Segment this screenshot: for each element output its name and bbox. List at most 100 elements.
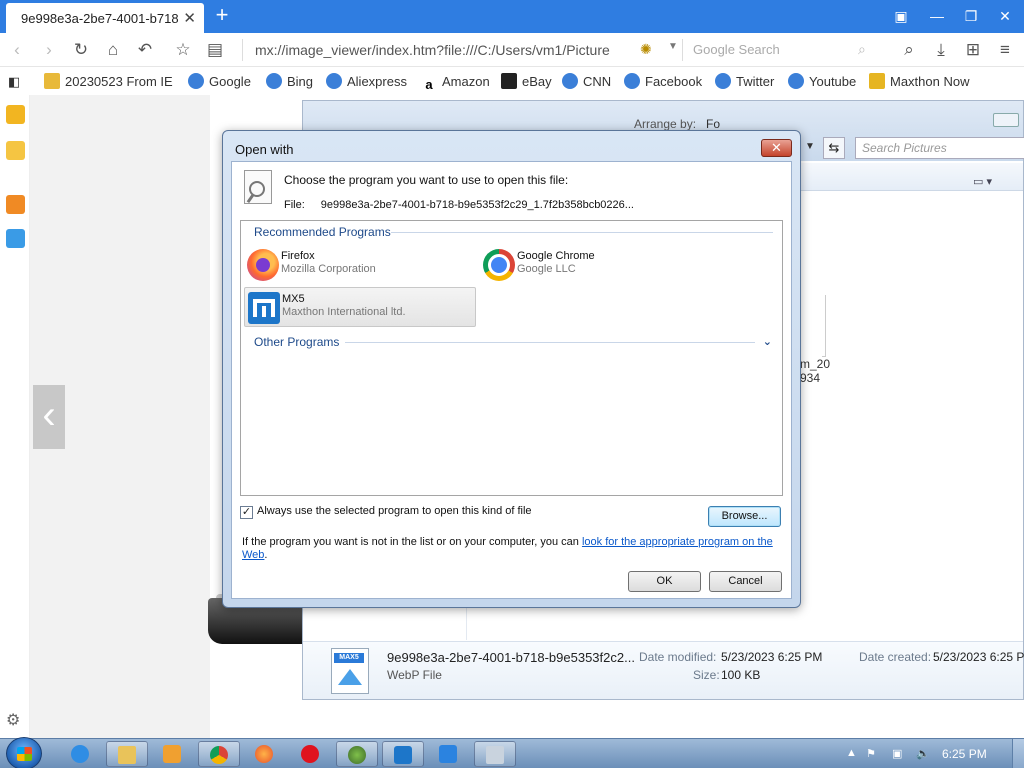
ie-icon [715, 73, 731, 89]
cancel-button[interactable]: Cancel [709, 571, 782, 592]
bookmarks-toggle-icon[interactable]: ◧ [8, 73, 20, 91]
file-line: File: 9e998e3a-2be7-4001-b718-b9e5353f2c2… [284, 199, 634, 211]
bookmark-facebook[interactable]: Facebook [624, 73, 702, 91]
taskbar-clock[interactable]: 6:25 PM [942, 747, 987, 761]
network-icon[interactable]: ▣ [892, 747, 902, 760]
download-icon[interactable]: ⤓ [930, 39, 952, 61]
file-badge: MAX5 [334, 653, 364, 663]
tray-expand-icon[interactable]: ▲ [846, 747, 857, 759]
bookmark-google[interactable]: Google [188, 73, 251, 91]
bookmark-cnn[interactable]: CNN [562, 73, 611, 91]
taskbar-media-player[interactable] [152, 741, 194, 767]
settings-gear-icon[interactable]: ⚙ [6, 710, 20, 730]
detail-created-label: Date created: [859, 650, 932, 664]
detail-modified-value: 5/23/2023 6:25 PM [721, 650, 823, 664]
file-search-icon [244, 170, 272, 204]
maxthon-icon [869, 73, 885, 89]
back-icon[interactable]: ‹ [6, 39, 28, 61]
show-desktop-button[interactable] [1012, 739, 1024, 768]
taskbar-maxthon[interactable] [382, 741, 424, 767]
taskbar-open-with[interactable] [474, 741, 516, 767]
previous-image-button[interactable]: ‹ [33, 385, 65, 449]
maxthon-icon [394, 746, 412, 764]
help-text: If the program you want is not in the li… [242, 536, 782, 562]
chevron-down-icon[interactable]: ⌄ [763, 335, 772, 348]
explorer-refresh-icon[interactable]: ⇆ [823, 137, 845, 159]
bee-icon[interactable]: ✺ [640, 41, 652, 58]
ie-icon [562, 73, 578, 89]
search-icon[interactable]: ⌕ [858, 41, 866, 58]
action-center-icon[interactable]: ⚑ [866, 747, 876, 760]
browser-tab[interactable]: 9e998e3a-2be7-4001-b718 ✕ [6, 3, 204, 33]
restore-icon[interactable]: ❐ [960, 5, 982, 27]
close-window-icon[interactable]: ✕ [994, 5, 1016, 27]
program-publisher: Mozilla Corporation [281, 263, 376, 275]
forward-icon[interactable]: › [38, 39, 60, 61]
bookmark-amazon[interactable]: a Amazon [421, 73, 489, 92]
undo-close-icon[interactable]: ↶ [134, 39, 156, 61]
bookmark-youtube[interactable]: Youtube [788, 73, 856, 91]
favorites-icon[interactable] [6, 105, 25, 124]
bookmark-maxthon-now[interactable]: Maxthon Now [869, 73, 969, 91]
taskbar-app-store[interactable] [428, 741, 470, 767]
favorite-star-icon[interactable]: ☆ [172, 39, 194, 61]
taskbar-explorer[interactable] [106, 741, 148, 767]
taskbar-chrome[interactable] [198, 741, 240, 767]
view-options-icon[interactable]: ▭ ▾ [973, 175, 992, 188]
always-use-label[interactable]: Always use the selected program to open … [257, 505, 532, 517]
ok-button[interactable]: OK [628, 571, 701, 592]
bookmark-aliexpress[interactable]: Aliexpress [326, 73, 407, 91]
file-thumbnail[interactable] [822, 295, 826, 357]
ie-icon [624, 73, 640, 89]
taskbar-ie[interactable] [60, 741, 102, 767]
home-icon[interactable]: ⌂ [102, 39, 124, 61]
open-with-dialog: Open with ✕ Choose the program you want … [222, 130, 801, 608]
notes-icon[interactable] [6, 141, 25, 160]
minimize-icon[interactable]: — [926, 5, 948, 27]
program-name: MX5 [282, 293, 305, 305]
search-tool-icon[interactable]: ⌕ [898, 39, 920, 61]
tab-close-icon[interactable]: ✕ [183, 9, 196, 27]
help-text-suffix: . [264, 549, 268, 561]
reader-icon[interactable]: ▤ [204, 39, 226, 61]
other-programs-header[interactable]: Other Programs [254, 335, 339, 349]
taskbar-firefox[interactable] [244, 741, 286, 767]
explorer-minimize-button[interactable] [993, 113, 1019, 127]
address-bar: ‹ › ↻ ⌂ ↶ ☆ ▤ mx://image_viewer/index.ht… [0, 33, 1024, 67]
browse-button[interactable]: Browse... [708, 506, 781, 527]
always-use-checkbox[interactable]: ✓ [240, 506, 253, 519]
explorer-search-input[interactable]: Search Pictures [855, 137, 1024, 159]
url-input[interactable]: mx://image_viewer/index.htm?file:///C:/U… [242, 39, 662, 61]
taskbar-opera[interactable] [290, 741, 332, 767]
taskbar-browser[interactable] [336, 741, 378, 767]
bookmark-ebay[interactable]: eBay [501, 73, 552, 91]
program-mx5[interactable]: MX5 Maxthon International ltd. [244, 287, 476, 327]
detail-size-value: 100 KB [721, 668, 761, 682]
menu-icon[interactable]: ≡ [994, 39, 1016, 61]
detail-file-type: WebP File [387, 668, 442, 682]
skin-icon[interactable] [6, 229, 25, 248]
program-firefox[interactable]: Firefox Mozilla Corporation [244, 245, 476, 285]
bookmark-label: Twitter [736, 74, 775, 89]
start-button[interactable] [6, 737, 42, 768]
dialog-close-button[interactable]: ✕ [761, 139, 792, 157]
bookmark-twitter[interactable]: Twitter [715, 73, 774, 91]
reload-icon[interactable]: ↻ [70, 39, 92, 61]
url-dropdown-icon[interactable]: ▼ [668, 41, 678, 52]
recommended-programs-header[interactable]: Recommended Programs [254, 225, 391, 239]
new-tab-button[interactable]: + [210, 3, 234, 29]
rss-icon[interactable] [6, 195, 25, 214]
search-input[interactable]: Google Search [682, 39, 882, 61]
file-thumbnail-label[interactable]: m_20 934 [800, 357, 830, 385]
explorer-details-pane: MAX5 9e998e3a-2be7-4001-b718-b9e5353f2c2… [303, 641, 1024, 699]
explorer-dropdown-icon[interactable]: ▼ [805, 141, 815, 152]
bookmark-bing[interactable]: Bing [266, 73, 313, 91]
program-google-chrome[interactable]: Google Chrome Google LLC [480, 245, 712, 285]
chrome-icon [483, 249, 515, 281]
apps-icon[interactable]: ⊞ [962, 39, 984, 61]
volume-icon[interactable]: 🔈 [916, 747, 930, 760]
sidebar-toggle-icon[interactable]: ▣ [890, 5, 912, 27]
bookmark-folder-20230523[interactable]: 20230523 From IE [44, 73, 173, 91]
bookmarks-bar: ◧ 20230523 From IE Google Bing Aliexpres… [0, 67, 1024, 95]
arrange-by[interactable]: Arrange by: Fo [634, 117, 720, 131]
